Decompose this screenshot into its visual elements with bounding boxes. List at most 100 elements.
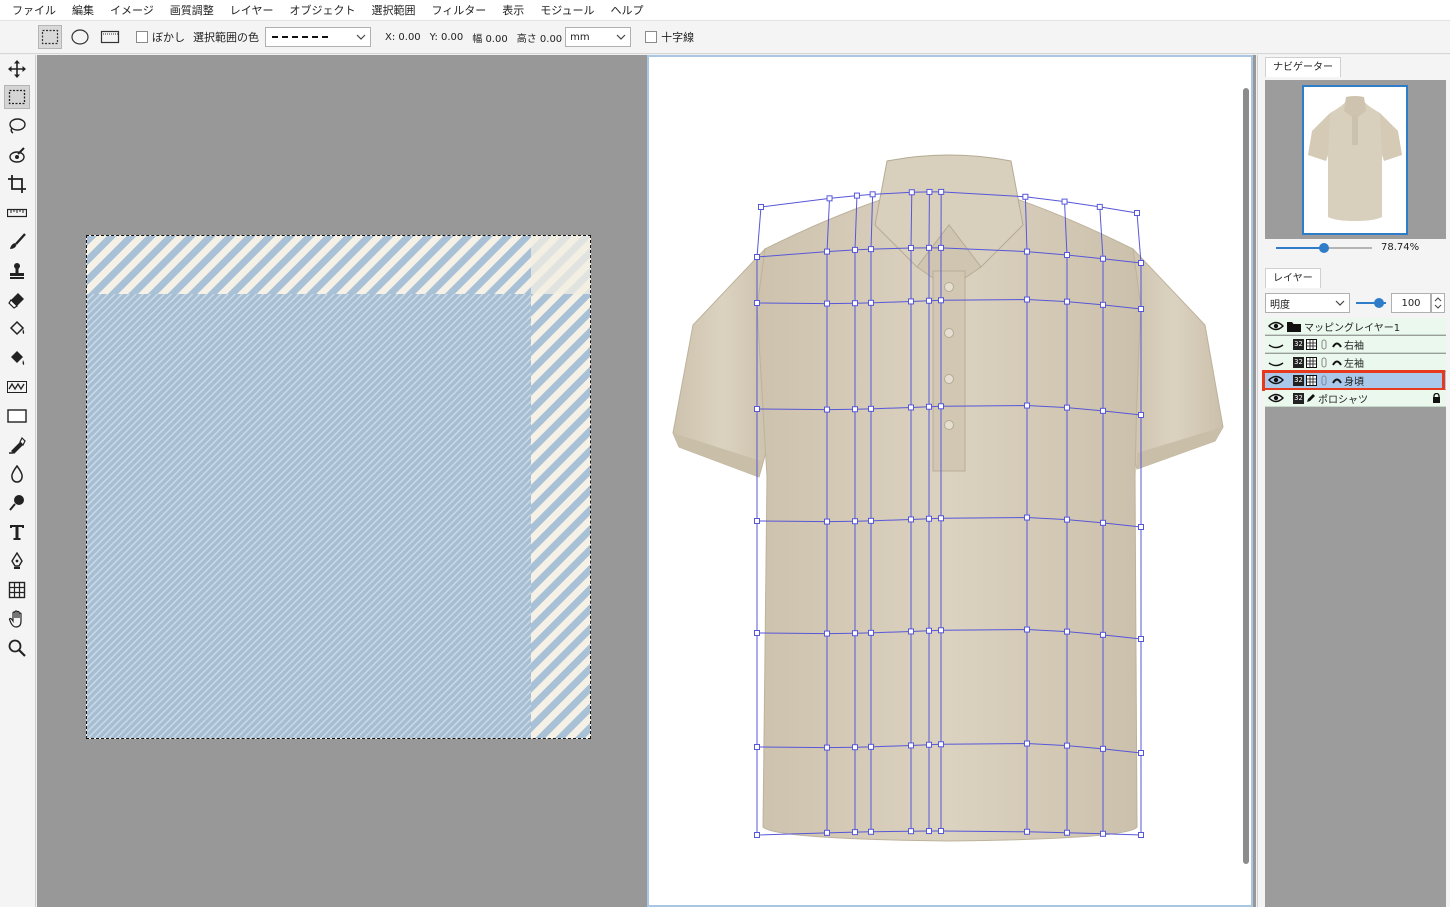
eye-icon[interactable]: [1268, 392, 1284, 404]
crop-tool[interactable]: [4, 172, 30, 196]
mesh-control-point[interactable]: [1138, 260, 1144, 266]
mesh-control-point[interactable]: [908, 516, 914, 523]
mesh-control-point[interactable]: [1100, 745, 1106, 752]
stamp-tool[interactable]: [4, 259, 30, 283]
mesh-control-point[interactable]: [908, 404, 914, 411]
mesh-control-point[interactable]: [1024, 828, 1030, 835]
mesh-control-point[interactable]: [1096, 203, 1103, 210]
vertical-scrollbar[interactable]: [1243, 88, 1249, 864]
mesh-control-point[interactable]: [908, 628, 914, 635]
shirt-canvas-area[interactable]: [642, 55, 1256, 907]
mesh-control-point[interactable]: [938, 244, 944, 251]
menu-adjust[interactable]: 画質調整: [162, 0, 222, 21]
mesh-control-point[interactable]: [754, 254, 760, 260]
text-tool[interactable]: [4, 520, 30, 544]
menu-image[interactable]: イメージ: [102, 0, 162, 21]
menu-module[interactable]: モジュール: [532, 0, 602, 21]
navigator-tab[interactable]: ナビゲーター: [1265, 57, 1341, 77]
layer-row-body[interactable]: 32 身頃: [1262, 370, 1446, 391]
menu-edit[interactable]: 編集: [64, 0, 102, 21]
move-tool[interactable]: [4, 57, 30, 81]
texture-canvas-area[interactable]: [37, 55, 642, 907]
mesh-control-point[interactable]: [926, 244, 932, 251]
mesh-control-point[interactable]: [852, 630, 858, 637]
eye-closed-icon[interactable]: [1268, 338, 1284, 350]
mesh-control-point[interactable]: [754, 832, 760, 838]
mesh-control-point[interactable]: [908, 298, 914, 305]
mesh-control-point[interactable]: [908, 189, 915, 196]
rect-selection-mode-button[interactable]: [38, 25, 62, 49]
mesh-control-point[interactable]: [868, 246, 874, 253]
mesh-control-point[interactable]: [758, 204, 764, 210]
mesh-control-point[interactable]: [869, 191, 876, 198]
mesh-control-point[interactable]: [1064, 829, 1070, 836]
mesh-control-point[interactable]: [1024, 296, 1030, 303]
mesh-control-point[interactable]: [1064, 742, 1070, 749]
opacity-spinner[interactable]: [1431, 293, 1445, 313]
mesh-control-point[interactable]: [852, 518, 858, 525]
mesh-control-point[interactable]: [1138, 306, 1144, 312]
mesh-control-point[interactable]: [926, 741, 932, 748]
mesh-control-point[interactable]: [1100, 407, 1106, 414]
mesh-control-point[interactable]: [938, 403, 944, 410]
mesh-control-point[interactable]: [868, 405, 874, 412]
eye-closed-icon[interactable]: [1268, 356, 1284, 368]
mesh-control-point[interactable]: [824, 248, 830, 255]
navigator-preview[interactable]: [1265, 80, 1446, 239]
layers-tab[interactable]: レイヤー: [1265, 268, 1321, 288]
menu-file[interactable]: ファイル: [4, 0, 64, 21]
selection-line-style-select[interactable]: [265, 27, 371, 47]
ellipse-selection-mode-button[interactable]: [68, 25, 92, 49]
mesh-control-point[interactable]: [1100, 830, 1106, 837]
mesh-control-point[interactable]: [926, 515, 932, 522]
mesh-control-point[interactable]: [1138, 524, 1144, 530]
mesh-control-point[interactable]: [824, 744, 830, 751]
mesh-control-point[interactable]: [938, 627, 944, 634]
shape-tool[interactable]: [4, 404, 30, 428]
mesh-control-point[interactable]: [868, 743, 874, 750]
mesh-control-point[interactable]: [824, 829, 830, 836]
mesh-control-point[interactable]: [926, 627, 932, 634]
mesh-control-point[interactable]: [824, 518, 830, 525]
mesh-control-point[interactable]: [868, 629, 874, 636]
blend-mode-select[interactable]: 明度: [1265, 293, 1350, 313]
fill-tool[interactable]: [4, 317, 30, 341]
smudge-tool[interactable]: [4, 375, 30, 399]
mesh-control-point[interactable]: [1024, 740, 1030, 747]
mesh-control-point[interactable]: [1024, 248, 1030, 255]
lasso-tool[interactable]: [4, 114, 30, 138]
eraser-tool[interactable]: [4, 288, 30, 312]
mesh-control-point[interactable]: [824, 630, 830, 637]
mesh-control-point[interactable]: [1138, 636, 1144, 642]
mesh-control-point[interactable]: [908, 244, 914, 251]
mesh-control-point[interactable]: [1100, 255, 1106, 262]
mesh-control-point[interactable]: [1064, 298, 1070, 305]
mesh-control-point[interactable]: [852, 744, 858, 751]
brush-tool[interactable]: [4, 230, 30, 254]
menu-layer[interactable]: レイヤー: [222, 0, 282, 21]
mesh-control-point[interactable]: [926, 403, 932, 410]
rect-select-tool[interactable]: [4, 85, 30, 109]
dodge-tool[interactable]: [4, 491, 30, 515]
texture-document[interactable]: [86, 235, 591, 739]
mesh-control-point[interactable]: [1138, 750, 1144, 756]
mesh-control-point[interactable]: [1024, 514, 1030, 521]
unit-select[interactable]: mm: [565, 27, 632, 47]
mesh-control-point[interactable]: [1064, 252, 1070, 259]
mesh-control-point[interactable]: [852, 300, 858, 307]
mesh-control-point[interactable]: [908, 828, 914, 835]
menu-help[interactable]: ヘルプ: [602, 0, 651, 21]
mesh-control-point[interactable]: [926, 297, 932, 304]
mesh-control-point[interactable]: [853, 192, 860, 199]
mesh-control-point[interactable]: [824, 406, 830, 413]
mesh-control-point[interactable]: [1100, 631, 1106, 638]
mesh-control-point[interactable]: [1024, 626, 1030, 633]
mesh-control-point[interactable]: [1134, 210, 1140, 216]
mesh-control-point[interactable]: [852, 829, 858, 836]
mesh-control-point[interactable]: [926, 828, 932, 835]
crosshair-checkbox[interactable]: [645, 31, 658, 43]
mesh-control-point[interactable]: [938, 515, 944, 522]
mesh-control-point[interactable]: [1100, 301, 1106, 308]
quick-select-tool[interactable]: [4, 143, 30, 167]
mesh-control-point[interactable]: [754, 630, 760, 636]
